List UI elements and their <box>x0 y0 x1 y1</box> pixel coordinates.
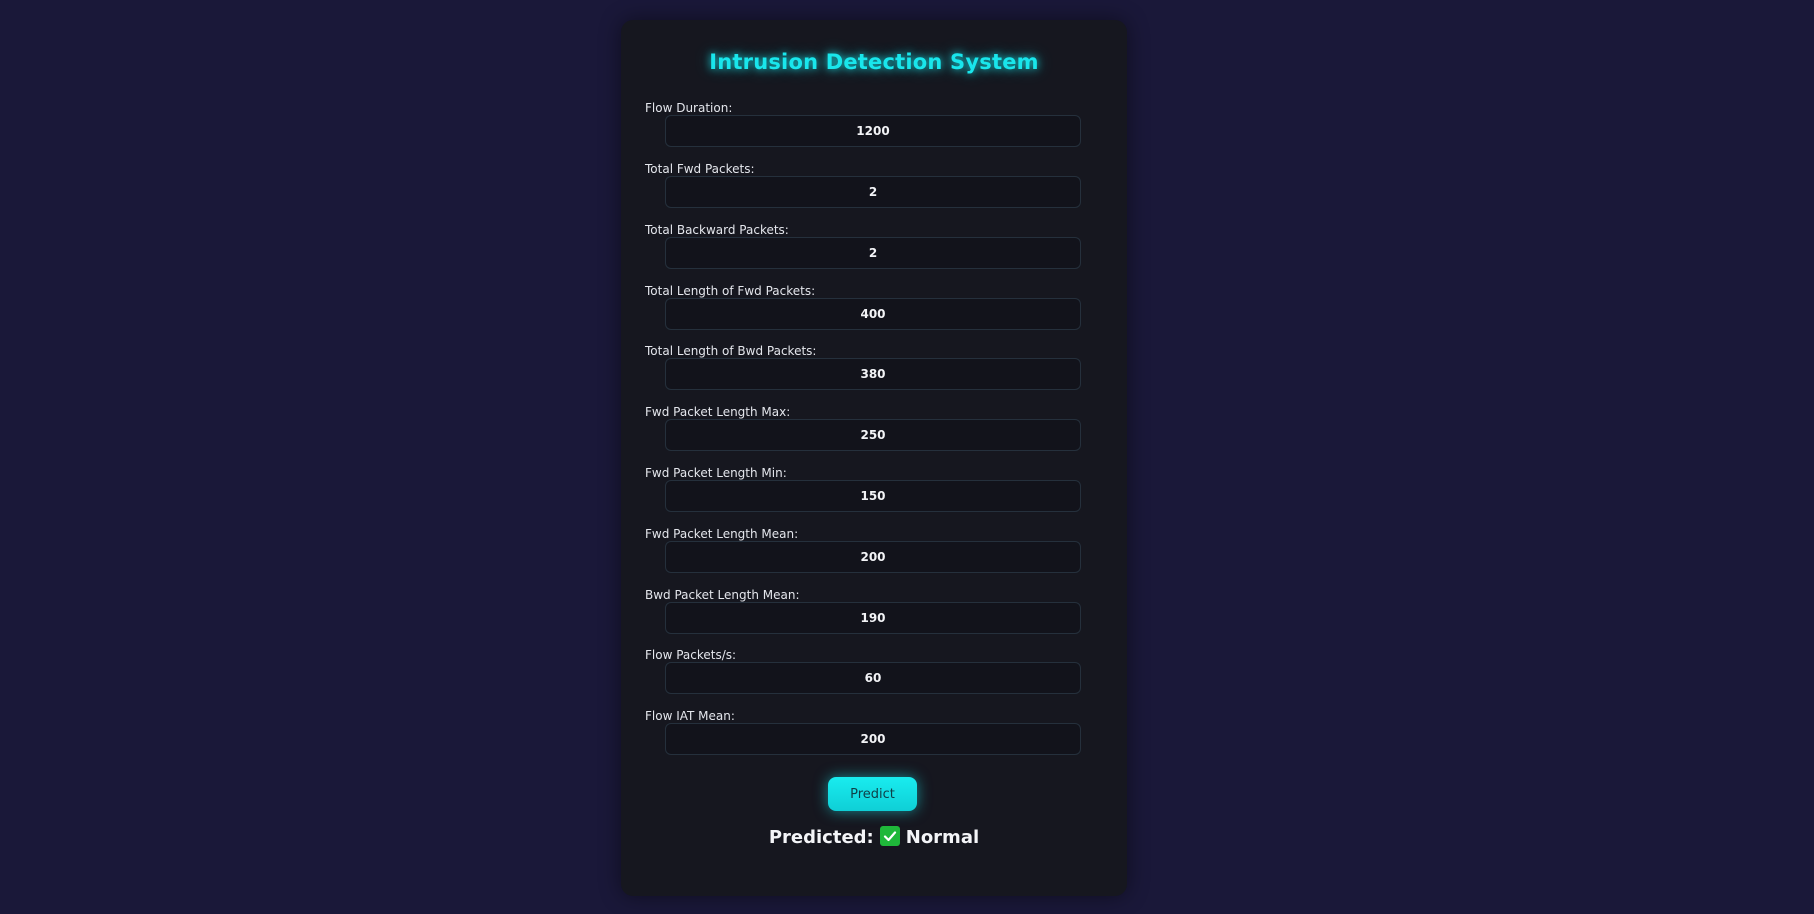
ids-form-card: Intrusion Detection System Flow Duration… <box>621 20 1127 896</box>
field-label: Fwd Packet Length Max: <box>645 405 791 419</box>
field-fwd-packet-length-mean: Fwd Packet Length Mean: <box>645 527 1105 585</box>
field-total-backward-packets: Total Backward Packets: <box>645 223 1105 281</box>
field-total-fwd-packets: Total Fwd Packets: <box>645 162 1105 220</box>
flow-duration-input[interactable] <box>665 115 1081 147</box>
fwd-packet-length-min-input[interactable] <box>665 480 1081 512</box>
check-mark-icon <box>879 826 900 846</box>
field-label: Fwd Packet Length Min: <box>645 466 787 480</box>
field-label: Total Length of Fwd Packets: <box>645 284 816 298</box>
field-label: Flow Packets/s: <box>645 648 737 662</box>
field-flow-duration: Flow Duration: <box>645 101 1105 159</box>
field-label: Total Fwd Packets: <box>645 162 755 176</box>
total-backward-packets-input[interactable] <box>665 237 1081 269</box>
total-length-fwd-packets-input[interactable] <box>665 298 1081 330</box>
flow-packets-per-second-input[interactable] <box>665 662 1081 694</box>
predict-button[interactable]: Predict <box>828 777 917 811</box>
prediction-result: Predicted: Normal <box>621 826 1127 848</box>
field-fwd-packet-length-min: Fwd Packet Length Min: <box>645 466 1105 524</box>
prediction-label: Predicted: <box>768 827 874 848</box>
fwd-packet-length-mean-input[interactable] <box>665 541 1081 573</box>
prediction-value: Normal <box>905 827 980 848</box>
field-flow-iat-mean: Flow IAT Mean: <box>645 709 1105 767</box>
field-fwd-packet-length-max: Fwd Packet Length Max: <box>645 405 1105 463</box>
field-flow-packets-per-second: Flow Packets/s: <box>645 648 1105 706</box>
field-label: Flow IAT Mean: <box>645 709 735 723</box>
field-total-length-bwd-packets: Total Length of Bwd Packets: <box>645 344 1105 402</box>
field-label: Total Length of Bwd Packets: <box>645 344 817 358</box>
field-bwd-packet-length-mean: Bwd Packet Length Mean: <box>645 588 1105 646</box>
field-total-length-fwd-packets: Total Length of Fwd Packets: <box>645 284 1105 342</box>
fwd-packet-length-max-input[interactable] <box>665 419 1081 451</box>
flow-iat-mean-input[interactable] <box>665 723 1081 755</box>
total-length-bwd-packets-input[interactable] <box>665 358 1081 390</box>
field-label: Bwd Packet Length Mean: <box>645 588 800 602</box>
bwd-packet-length-mean-input[interactable] <box>665 602 1081 634</box>
field-label: Flow Duration: <box>645 101 733 115</box>
field-label: Fwd Packet Length Mean: <box>645 527 799 541</box>
page-title: Intrusion Detection System <box>709 50 1039 74</box>
total-fwd-packets-input[interactable] <box>665 176 1081 208</box>
field-label: Total Backward Packets: <box>645 223 789 237</box>
